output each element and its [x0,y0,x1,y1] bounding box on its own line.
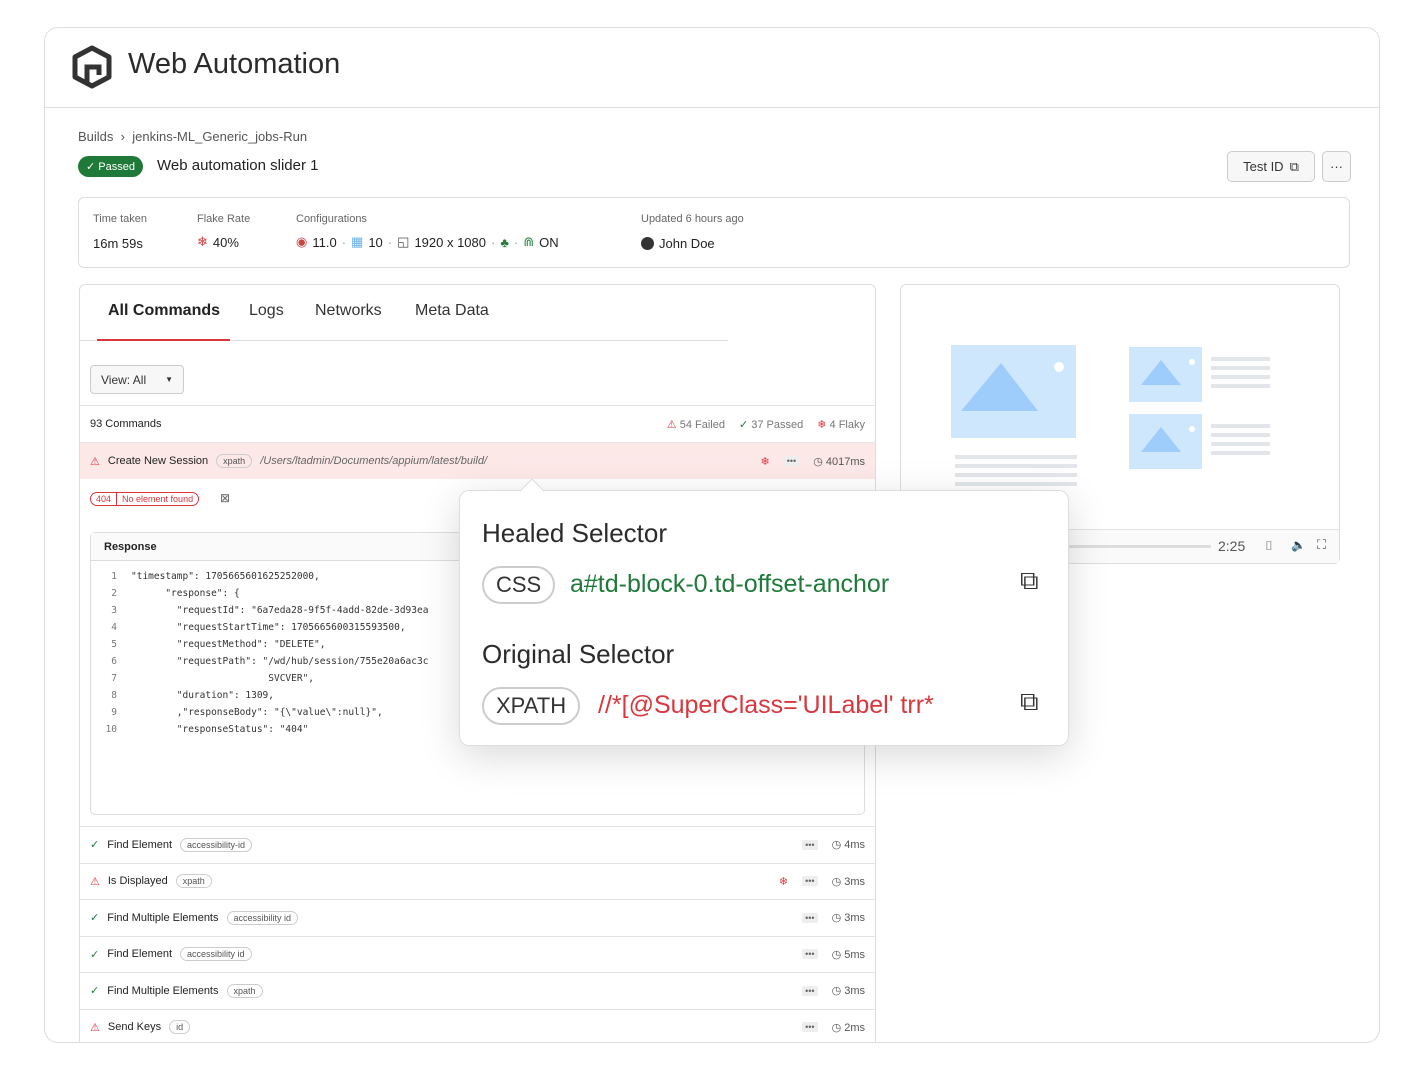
warning-icon: ⚠ [90,1021,100,1034]
chevron-right-icon: › [117,129,129,144]
avatar [641,237,654,250]
status-badge: ✓ Passed [78,156,143,177]
user: John Doe [641,236,715,251]
warning-icon: ⚠ [90,455,100,468]
text-placeholder [955,455,1077,489]
duration: ◷ 3ms [831,912,865,925]
duration: ◷ 5ms [831,948,865,961]
check-icon: ✓ [90,948,100,961]
healed-selector: a#td-block-0.td-offset-anchor [570,570,890,598]
more-icon[interactable]: ••• [802,985,818,996]
stats-panel: Time taken 16m 59s Flake Rate ❄ 40% Confi… [78,197,1350,268]
more-icon[interactable]: ••• [802,839,818,850]
active-tab-indicator [97,339,230,341]
warning-icon: ⚠ [90,875,100,888]
check-icon: ✓ [738,418,749,431]
fullscreen-icon[interactable]: ⛶ [1317,537,1326,553]
no-image-icon[interactable]: ⊠ [220,491,230,505]
passed-count[interactable]: ✓ 37 Passed [739,418,803,431]
failed-count[interactable]: ⚠ 54 Failed [667,418,725,431]
volume-icon[interactable]: 🔈 [1291,538,1306,552]
app-header: Web Automation [45,28,1379,108]
tab-all-commands[interactable]: All Commands [108,302,220,320]
browser-icon: ◉ [296,234,308,249]
more-icon[interactable]: ••• [802,949,818,960]
video-time: 2:25 [1218,538,1246,554]
duration: ◷ 2ms [831,1021,865,1034]
flake-value: ❄ 40% [197,234,239,250]
breadcrumb-builds[interactable]: Builds [78,129,113,144]
config-label: Configurations [296,213,367,225]
selector-popup: Healed Selector CSS a#td-block-0.td-offs… [459,490,1069,746]
test-id-button[interactable]: Test ID ⧉ [1227,151,1315,182]
original-title: Original Selector [482,639,675,669]
breadcrumb-current: jenkins-ML_Generic_jobs-Run [132,129,308,144]
active-command-row[interactable]: ⚠ Create New Session xpath /Users/ltadmi… [80,442,875,479]
more-icon[interactable]: ••• [802,876,818,887]
healed-title: Healed Selector [482,518,667,548]
snowflake-icon: ❄ [197,234,208,249]
check-icon: ✓ [90,839,100,852]
tab-networks[interactable]: Networks [315,302,382,320]
command-row[interactable]: ✓ Find Multiple Elements xpath ••• ◷ 3ms [80,972,875,1009]
copy-icon[interactable]: ⧉ [1020,686,1039,718]
framework-icon: ♣ [500,234,509,250]
flake-label: Flake Rate [197,213,251,225]
more-icon[interactable]: ••• [802,1022,818,1033]
duration: ◷ 3ms [831,985,865,998]
command-row[interactable]: ⚠ Is Displayed xpath ❄ ••• ◷ 3ms [80,862,875,900]
page-title: Web automation slider 1 [157,157,319,174]
commands-summary: 93 Commands ⚠ 54 Failed ✓ 37 Passed ❄ 4 … [80,405,875,442]
updated-label: Updated 6 hours ago [641,213,744,225]
check-icon: ✓ [86,161,99,173]
more-button[interactable]: ··· [1322,151,1351,182]
snowflake-icon: ❄ [778,875,789,888]
image-placeholder [951,345,1076,438]
tab-meta-data[interactable]: Meta Data [415,302,489,320]
windows-icon: ▦ [351,234,364,249]
breadcrumb: Builds › jenkins-ML_Generic_jobs-Run [78,129,307,144]
flaky-count[interactable]: ❄ 4 Flaky [817,418,865,431]
image-placeholder [1129,347,1202,402]
copy-icon[interactable]: ⧉ [1020,565,1039,597]
view-dropdown[interactable]: View: All ▼ [90,365,184,394]
app-title: Web Automation [128,48,341,80]
snowflake-icon: ❄ [760,455,770,468]
snowflake-icon: ❄ [817,418,827,431]
duration: ◷ 3ms [831,875,865,888]
logo-icon [72,45,112,89]
command-row[interactable]: ✓ Find Element accessibility-id ••• ◷ 4ms [80,826,875,863]
time-value: 16m 59s [93,236,143,251]
healed-type-badge: CSS [482,566,556,604]
command-row[interactable]: ✓ Find Element accessibility id ••• ◷ 5ms [80,935,875,973]
command-row[interactable]: ⚠ Send Keys id ••• ◷ 2ms [80,1008,875,1043]
text-placeholder [1211,357,1270,391]
more-icon[interactable]: ••• [783,456,800,466]
caret-down-icon: ▼ [165,375,173,384]
command-row[interactable]: ✓ Find Multiple Elements accessibility id •… [80,899,875,936]
check-icon: ✓ [90,912,100,925]
copy-icon: ⧉ [1289,158,1299,174]
resolution-icon: ◱ [397,234,410,249]
more-icon[interactable]: ••• [802,912,818,923]
tunnel-icon: ⋒ [523,234,535,249]
check-icon: ✓ [90,985,100,998]
seek-bar[interactable] [1051,545,1211,548]
error-badge: 404 No element found [90,492,200,506]
camera-icon[interactable]: ⌷ [1265,538,1273,554]
original-selector: //*[@SuperClass='UILabel' trr* [598,691,934,719]
time-label: Time taken [93,213,148,225]
text-placeholder [1211,424,1270,458]
tab-logs[interactable]: Logs [249,302,284,320]
duration: ◷ 4017ms [813,455,865,468]
original-type-badge: XPATH [482,687,581,725]
image-placeholder [1129,414,1202,469]
configurations: ◉ 11.0 · ▦ 10 · ◱ 1920 x 1080 · ♣ · ⋒ ON [296,234,559,250]
duration: ◷ 4ms [831,839,865,852]
warning-icon: ⚠ [666,418,677,431]
